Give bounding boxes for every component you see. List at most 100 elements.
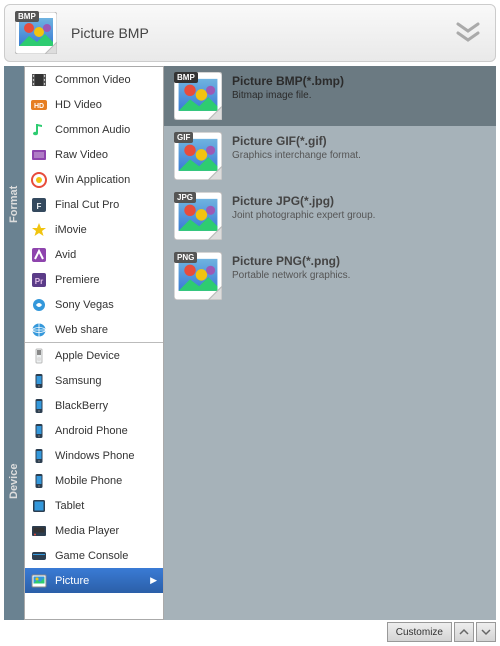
filetype-title: Picture PNG(*.png) xyxy=(232,254,350,268)
filetype-badge: JPG xyxy=(174,192,196,203)
sidebar-item-label: Apple Device xyxy=(55,350,157,362)
sidebar-item-hd-video[interactable]: HD HD Video xyxy=(25,92,163,117)
tab-device[interactable]: Device xyxy=(4,343,24,620)
sidebar-item-android[interactable]: Android Phone xyxy=(25,418,163,443)
player-icon xyxy=(31,523,47,539)
filetype-badge: BMP xyxy=(174,72,198,83)
sidebar-item-label: HD Video xyxy=(55,99,157,111)
sidebar-item-apple-device[interactable]: Apple Device xyxy=(25,343,163,368)
side-tabs: Format Device xyxy=(4,66,24,620)
collapse-up-button[interactable] xyxy=(454,622,474,642)
chevron-up-icon xyxy=(459,628,469,636)
filetype-badge: PNG xyxy=(174,252,197,263)
sidebar-item-label: Windows Phone xyxy=(55,450,157,462)
format-picker-panel: Format Device Common Video HD HD Video C… xyxy=(4,66,496,620)
phone-icon xyxy=(31,448,47,464)
sidebar-item-label: Game Console xyxy=(55,550,157,562)
filetype-list: BMP Picture BMP(*.bmp) Bitmap image file… xyxy=(164,66,496,620)
sidebar-item-windows-phone[interactable]: Windows Phone xyxy=(25,443,163,468)
tablet-icon xyxy=(31,498,47,514)
sidebar-item-label: BlackBerry xyxy=(55,400,157,412)
filetype-thumb: GIF xyxy=(174,132,222,180)
selected-format-title: Picture BMP xyxy=(71,25,149,41)
filetype-text: Picture GIF(*.gif) Graphics interchange … xyxy=(232,132,361,180)
svg-text:F: F xyxy=(37,202,42,211)
raw-icon xyxy=(31,147,47,163)
sidebar-item-label: Common Video xyxy=(55,74,157,86)
sidebar-item-game-console[interactable]: Game Console xyxy=(25,543,163,568)
sidebar-item-raw-video[interactable]: Raw Video xyxy=(25,142,163,167)
filetype-item-gif[interactable]: GIF Picture GIF(*.gif) Graphics intercha… xyxy=(164,126,496,186)
sidebar-item-final-cut[interactable]: F Final Cut Pro xyxy=(25,192,163,217)
format-selector-header[interactable]: BMP Picture BMP xyxy=(4,4,496,62)
sidebar-item-label: Tablet xyxy=(55,500,157,512)
sidebar-item-mobile-phone[interactable]: Mobile Phone xyxy=(25,468,163,493)
chevron-right-icon: ▶ xyxy=(150,575,157,586)
filetype-badge: GIF xyxy=(174,132,193,143)
sidebar-item-label: Avid xyxy=(55,249,157,261)
sidebar-item-blackberry[interactable]: BlackBerry xyxy=(25,393,163,418)
chevron-down-icon xyxy=(481,628,491,636)
film-icon xyxy=(31,72,47,88)
sidebar-item-label: Final Cut Pro xyxy=(55,199,157,211)
filetype-desc: Bitmap image file. xyxy=(232,90,344,101)
globe-icon xyxy=(31,322,47,338)
chevron-down-icon xyxy=(455,22,481,44)
filetype-item-jpg[interactable]: JPG Picture JPG(*.jpg) Joint photographi… xyxy=(164,186,496,246)
phone-icon xyxy=(31,373,47,389)
sidebar-item-label: Win Application xyxy=(55,174,157,186)
phone-icon xyxy=(31,473,47,489)
phone-icon xyxy=(31,398,47,414)
sidebar-item-label: Mobile Phone xyxy=(55,475,157,487)
sidebar-item-label: Samsung xyxy=(55,375,157,387)
sidebar-item-label: Sony Vegas xyxy=(55,299,157,311)
sidebar-item-media-player[interactable]: Media Player xyxy=(25,518,163,543)
filetype-text: Picture JPG(*.jpg) Joint photographic ex… xyxy=(232,192,375,240)
filetype-text: Picture BMP(*.bmp) Bitmap image file. xyxy=(232,72,344,120)
win-icon xyxy=(31,172,47,188)
category-sidebar: Common Video HD HD Video Common Audio Ra… xyxy=(24,66,164,620)
filetype-desc: Joint photographic expert group. xyxy=(232,210,375,221)
sidebar-item-sony-vegas[interactable]: Sony Vegas xyxy=(25,292,163,317)
pr-icon: Pr xyxy=(31,272,47,288)
filetype-item-png[interactable]: PNG Picture PNG(*.png) Portable network … xyxy=(164,246,496,306)
sidebar-item-samsung[interactable]: Samsung xyxy=(25,368,163,393)
filetype-thumb: JPG xyxy=(174,192,222,240)
star-icon xyxy=(31,222,47,238)
svg-text:Pr: Pr xyxy=(35,277,43,286)
collapse-down-button[interactable] xyxy=(476,622,496,642)
sidebar-item-label: iMovie xyxy=(55,224,157,236)
format-badge: BMP xyxy=(15,11,39,22)
sidebar-item-imovie[interactable]: iMovie xyxy=(25,217,163,242)
sidebar-item-label: Common Audio xyxy=(55,124,157,136)
ipod-icon xyxy=(31,348,47,364)
photo-icon xyxy=(31,573,47,589)
sidebar-item-premiere[interactable]: Pr Premiere xyxy=(25,267,163,292)
note-icon xyxy=(31,122,47,138)
sidebar-item-label: Raw Video xyxy=(55,149,157,161)
sidebar-item-avid[interactable]: Avid xyxy=(25,242,163,267)
filetype-thumb: BMP xyxy=(174,72,222,120)
filetype-thumb: PNG xyxy=(174,252,222,300)
vegas-icon xyxy=(31,297,47,313)
footer-toolbar: Customize xyxy=(4,622,496,644)
sidebar-item-label: Android Phone xyxy=(55,425,157,437)
sidebar-item-label: Picture xyxy=(55,575,142,587)
sidebar-item-label: Media Player xyxy=(55,525,157,537)
filetype-desc: Portable network graphics. xyxy=(232,270,350,281)
sidebar-item-common-audio[interactable]: Common Audio xyxy=(25,117,163,142)
sidebar-item-label: Web share xyxy=(55,324,157,336)
fcp-icon: F xyxy=(31,197,47,213)
sidebar-item-web-share[interactable]: Web share xyxy=(25,317,163,342)
tab-format[interactable]: Format xyxy=(4,66,24,343)
filetype-text: Picture PNG(*.png) Portable network grap… xyxy=(232,252,350,300)
phone-icon xyxy=(31,423,47,439)
customize-button[interactable]: Customize xyxy=(387,622,452,642)
sidebar-item-picture[interactable]: Picture ▶ xyxy=(25,568,163,593)
svg-text:HD: HD xyxy=(34,103,44,110)
filetype-item-bmp[interactable]: BMP Picture BMP(*.bmp) Bitmap image file… xyxy=(164,66,496,126)
sidebar-item-common-video[interactable]: Common Video xyxy=(25,67,163,92)
sidebar-item-tablet[interactable]: Tablet xyxy=(25,493,163,518)
sidebar-item-label: Premiere xyxy=(55,274,157,286)
sidebar-item-win-app[interactable]: Win Application xyxy=(25,167,163,192)
